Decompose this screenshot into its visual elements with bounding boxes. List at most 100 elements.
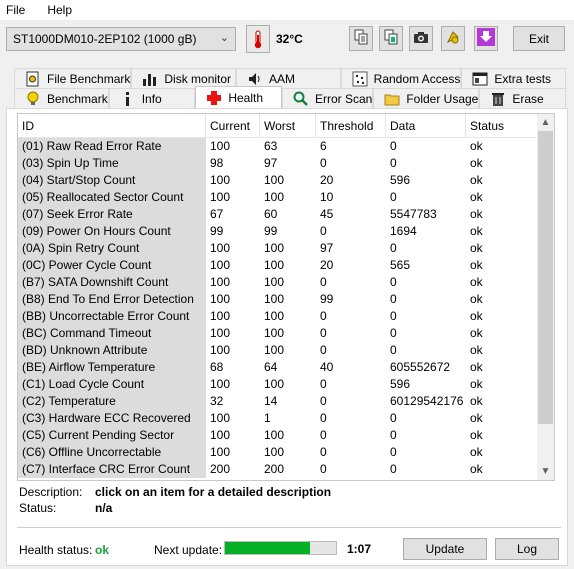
current-value: 99 [210, 224, 224, 238]
download-icon [477, 28, 495, 49]
tab-aam[interactable]: AAM [236, 68, 341, 88]
table-row[interactable]: (B7) SATA Downshift Count 100 100 0 0 ok [18, 274, 554, 291]
health-status-value: ok [95, 543, 110, 557]
current-value: 100 [210, 258, 231, 272]
table-row[interactable]: (09) Power On Hours Count 99 99 0 1694 ok [18, 223, 554, 240]
download-button[interactable] [474, 26, 498, 51]
tab-benchmark[interactable]: Benchmark [14, 88, 109, 108]
column-header-current[interactable]: Current [206, 114, 260, 137]
copy-screenshot-button[interactable] [379, 26, 403, 51]
smart-table[interactable]: ID Current Worst Threshold Data Status (… [17, 113, 555, 481]
raw-data-value: 605552672 [390, 360, 451, 374]
health-info-icon [445, 29, 461, 48]
tab-erase[interactable]: Erase [479, 88, 566, 108]
table-row[interactable]: (BC) Command Timeout 100 100 0 0 ok [18, 325, 554, 342]
exit-button[interactable]: Exit [513, 26, 565, 51]
table-row[interactable]: (04) Start/Stop Count 100 100 20 596 ok [18, 172, 554, 189]
table-row[interactable]: (C2) Temperature 32 14 0 60129542176 ok [18, 393, 554, 410]
status-value: n/a [95, 501, 113, 515]
tab-disk-monitor-label: Disk monitor [164, 71, 232, 86]
raw-data-value: 565 [390, 258, 411, 272]
attribute-name: (C3) Hardware ECC Recovered [18, 410, 206, 427]
status-value: ok [470, 258, 483, 272]
log-button-label: Log [516, 542, 538, 556]
status-value: ok [470, 360, 483, 374]
table-row[interactable]: (C3) Hardware ECC Recovered 100 1 0 0 ok [18, 410, 554, 427]
current-value: 100 [210, 173, 231, 187]
drive-select-value: ST1000DM010-2EP102 (1000 gB) [13, 32, 197, 46]
table-row[interactable]: (C7) Interface CRC Error Count 200 200 0 0 ok [18, 461, 554, 478]
table-row[interactable]: (C5) Current Pending Sector 100 100 0 0 ok [18, 427, 554, 444]
scroll-down-icon[interactable]: ▼ [537, 463, 554, 480]
raw-data-value: 0 [390, 428, 397, 442]
threshold-value: 0 [320, 445, 327, 459]
table-row[interactable]: (05) Reallocated Sector Count 100 100 10 0 ok [18, 189, 554, 206]
status-value: ok [470, 394, 483, 408]
table-row[interactable]: (C6) Offline Uncorrectable 100 100 0 0 ok [18, 444, 554, 461]
drive-select[interactable]: ST1000DM010-2EP102 (1000 gB) ⌄ [6, 27, 236, 51]
log-button[interactable]: Log [495, 538, 559, 560]
table-row[interactable]: (0C) Power Cycle Count 100 100 20 565 ok [18, 257, 554, 274]
worst-value: 100 [264, 445, 285, 459]
tab-random-access[interactable]: Random Access [340, 68, 462, 88]
scroll-up-icon[interactable]: ▲ [537, 114, 554, 131]
tab-file-benchmark[interactable]: File Benchmark [14, 68, 132, 88]
tab-error-scan-label: Error Scan [314, 91, 373, 106]
column-header-status[interactable]: Status [466, 114, 542, 137]
menu-file[interactable]: File [6, 3, 25, 17]
next-update-timer: 1:07 [347, 542, 372, 556]
table-row[interactable]: (B8) End To End Error Detection 100 100 99 0… [18, 291, 554, 308]
tab-info[interactable]: Info [108, 88, 196, 108]
tab-folder-usage[interactable]: Folder Usage [373, 88, 480, 108]
current-value: 100 [210, 377, 231, 391]
column-header-threshold[interactable]: Threshold [316, 114, 386, 137]
worst-value: 200 [264, 462, 285, 476]
table-row[interactable]: (BD) Unknown Attribute 100 100 0 0 ok [18, 342, 554, 359]
threshold-value: 0 [320, 156, 327, 170]
worst-value: 100 [264, 343, 285, 357]
table-row[interactable]: (03) Spin Up Time 98 97 0 0 ok [18, 155, 554, 172]
column-header-id[interactable]: ID [18, 114, 206, 137]
worst-value: 1 [264, 411, 271, 425]
table-row[interactable]: (01) Raw Read Error Rate 100 63 6 0 ok [18, 138, 554, 155]
status-value: ok [470, 326, 483, 340]
table-row[interactable]: (C1) Load Cycle Count 100 100 0 596 ok [18, 376, 554, 393]
status-value: ok [470, 207, 483, 221]
copy-screenshot-icon [383, 29, 399, 48]
screenshot-button[interactable] [409, 26, 433, 51]
menu-bar: File Help [0, 0, 574, 20]
threshold-value: 45 [320, 207, 334, 221]
table-row[interactable]: (07) Seek Error Rate 67 60 45 5547783 ok [18, 206, 554, 223]
file-benchmark-icon [25, 71, 41, 87]
vertical-scrollbar[interactable]: ▲ ▼ [537, 114, 554, 480]
current-value: 100 [210, 428, 231, 442]
attribute-name: (C6) Offline Uncorrectable [18, 444, 206, 461]
table-row[interactable]: (BB) Uncorrectable Error Count 100 100 0 0 ok [18, 308, 554, 325]
worst-value: 100 [264, 173, 285, 187]
table-row[interactable]: (BE) Airflow Temperature 68 64 40 605552672 o… [18, 359, 554, 376]
status-value: ok [470, 139, 483, 153]
tab-extra-tests[interactable]: Extra tests [461, 68, 567, 88]
threshold-value: 20 [320, 258, 334, 272]
worst-value: 100 [264, 377, 285, 391]
copy-text-button[interactable] [349, 26, 373, 51]
column-header-data[interactable]: Data [386, 114, 466, 137]
current-value: 100 [210, 343, 231, 357]
menu-help[interactable]: Help [47, 3, 72, 17]
attribute-name: (09) Power On Hours Count [18, 223, 206, 240]
status-value: ok [470, 428, 483, 442]
worst-value: 100 [264, 309, 285, 323]
tab-error-scan[interactable]: Error Scan [281, 88, 374, 108]
tab-health[interactable]: Health [195, 86, 282, 108]
table-row[interactable]: (0A) Spin Retry Count 100 100 97 0 ok [18, 240, 554, 257]
attribute-name: (01) Raw Read Error Rate [18, 138, 206, 155]
column-header-worst[interactable]: Worst [260, 114, 316, 137]
scroll-thumb[interactable] [538, 131, 553, 424]
current-value: 67 [210, 207, 224, 221]
update-button[interactable]: Update [403, 538, 487, 560]
tab-disk-monitor[interactable]: Disk monitor [131, 68, 237, 88]
attribute-name: (03) Spin Up Time [18, 155, 206, 172]
tab-extra-tests-label: Extra tests [494, 71, 552, 86]
health-info-button[interactable] [441, 26, 465, 51]
status-value: ok [470, 156, 483, 170]
